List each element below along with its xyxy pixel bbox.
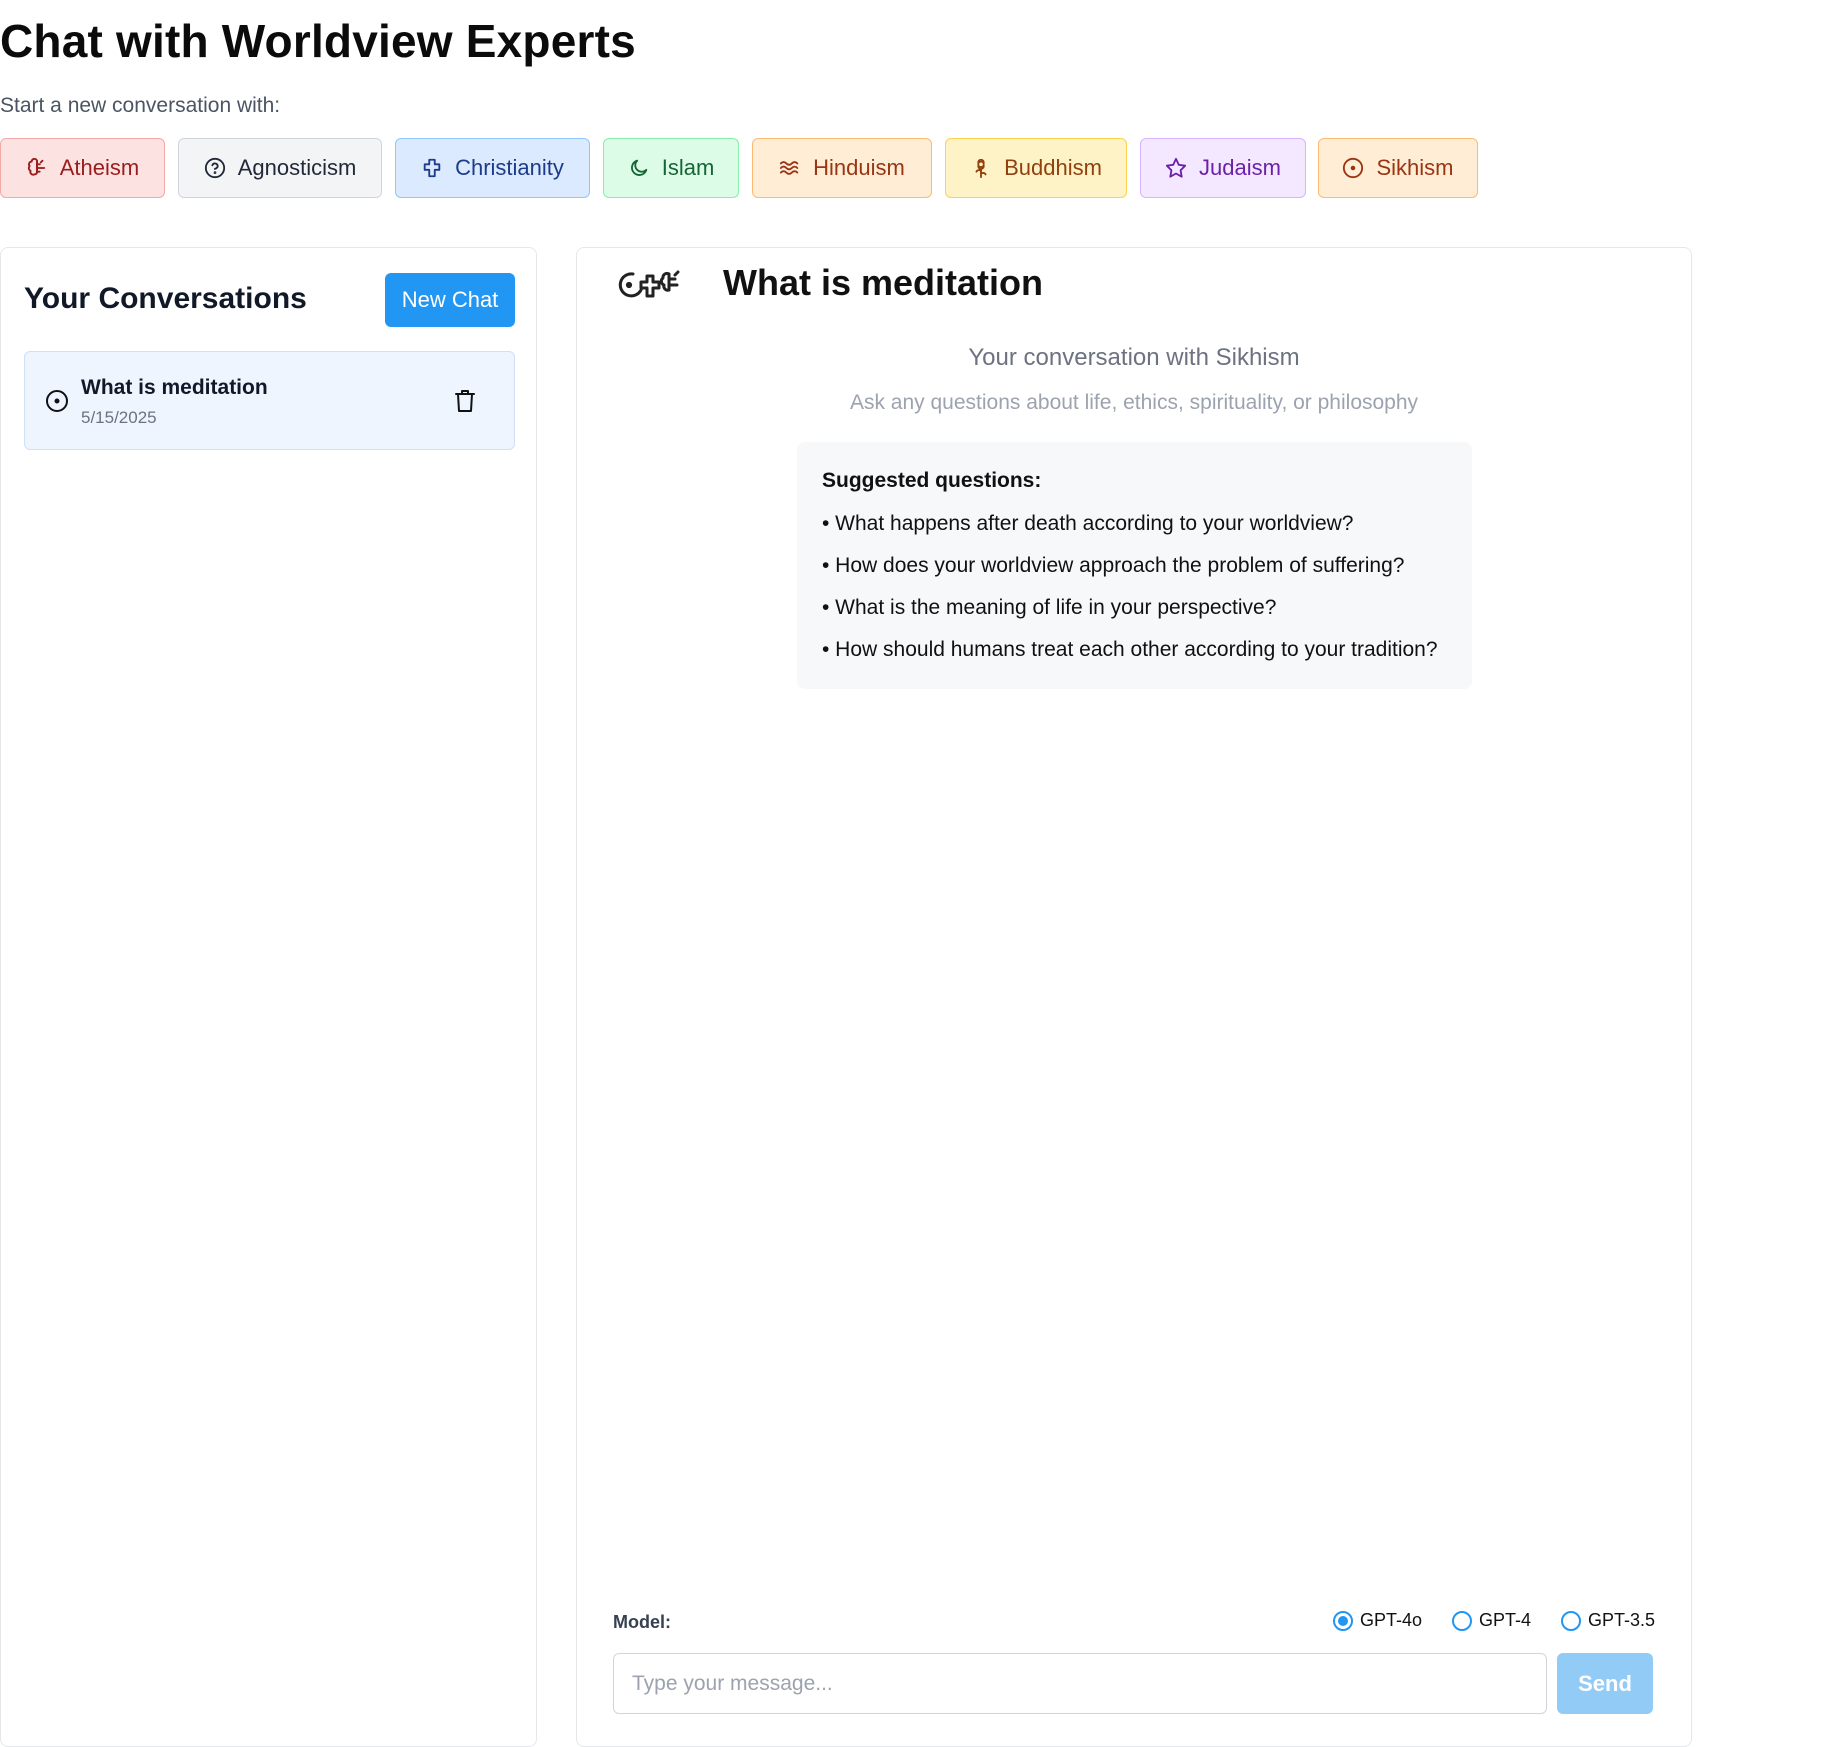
model-option-gpt-4[interactable]: GPT-4 (1452, 1610, 1531, 1631)
worldview-button-buddhism[interactable]: Buddhism (945, 138, 1127, 198)
sidebar-title: Your Conversations (24, 282, 307, 315)
send-button[interactable]: Send (1557, 1653, 1653, 1714)
star-icon (1165, 157, 1187, 178)
radio-button[interactable] (1561, 1610, 1581, 1631)
worldview-label: Sikhism (1376, 155, 1454, 180)
chat-title: What is meditation (723, 262, 1044, 303)
model-option-gpt-3-5[interactable]: GPT-3.5 (1561, 1610, 1655, 1631)
worldview-button-atheism[interactable]: Atheism (0, 138, 165, 198)
model-option-gpt-4o[interactable]: GPT-4o (1333, 1610, 1422, 1631)
radio-button[interactable] (1452, 1610, 1472, 1631)
suggested-questions-heading: Suggested questions: (822, 469, 1042, 492)
conversation-date: 5/15/2025 (81, 408, 157, 427)
message-input[interactable] (613, 1653, 1547, 1714)
page-title: Chat with Worldview Experts (0, 15, 636, 67)
page-subtitle: Start a new conversation with: (0, 94, 281, 117)
suggested-question[interactable]: • What is the meaning of life in your pe… (822, 596, 1276, 620)
suggested-questions-box: Suggested questions: • What happens afte… (797, 442, 1472, 689)
model-label: Model: (613, 1612, 671, 1632)
conversation-worldview-text: Your conversation with Sikhism (968, 344, 1300, 371)
new-chat-button[interactable]: New Chat (385, 273, 515, 327)
worldview-button-judaism[interactable]: Judaism (1140, 138, 1306, 198)
worldview-icons-cluster-icon (618, 270, 680, 298)
worldview-label: Buddhism (1004, 155, 1102, 180)
cross-icon (423, 158, 441, 178)
worldview-label: Hinduism (813, 155, 905, 180)
worldview-label: Islam (661, 155, 715, 180)
question-circle-icon (204, 157, 225, 179)
worldview-button-islam[interactable]: Islam (603, 138, 739, 198)
suggested-question[interactable]: • How should humans treat each other acc… (822, 638, 1438, 662)
brain-icon (27, 158, 45, 176)
circle-dot-icon (1343, 157, 1364, 179)
worldview-button-hinduism[interactable]: Hinduism (752, 138, 932, 198)
crescent-moon-icon (630, 159, 647, 176)
conversation-title: What is meditation (81, 376, 268, 399)
circle-dot-icon (46, 390, 68, 412)
model-option-label: GPT-4 (1479, 1610, 1532, 1630)
worldview-button-christianity[interactable]: Christianity (395, 138, 590, 198)
radio-button[interactable] (1333, 1610, 1353, 1631)
conversations-sidebar (0, 247, 537, 1747)
worldview-label: Judaism (1199, 155, 1281, 180)
worldview-label: Agnosticism (237, 155, 357, 180)
trash-icon[interactable] (453, 388, 477, 414)
worldview-button-agnosticism[interactable]: Agnosticism (178, 138, 382, 198)
flower-icon (975, 158, 987, 179)
ask-prompt-text: Ask any questions about life, ethics, sp… (849, 391, 1419, 414)
worldview-button-sikhism[interactable]: Sikhism (1318, 138, 1478, 198)
model-option-label: GPT-3.5 (1588, 1610, 1656, 1630)
suggested-question[interactable]: • How does your worldview approach the p… (822, 554, 1404, 578)
suggested-question[interactable]: • What happens after death according to … (822, 512, 1353, 536)
worldview-label: Atheism (59, 155, 140, 180)
worldview-label: Christianity (455, 155, 564, 180)
conversation-item[interactable]: What is meditation 5/15/2025 (24, 351, 515, 450)
model-option-label: GPT-4o (1360, 1610, 1423, 1630)
waves-icon (780, 161, 799, 175)
